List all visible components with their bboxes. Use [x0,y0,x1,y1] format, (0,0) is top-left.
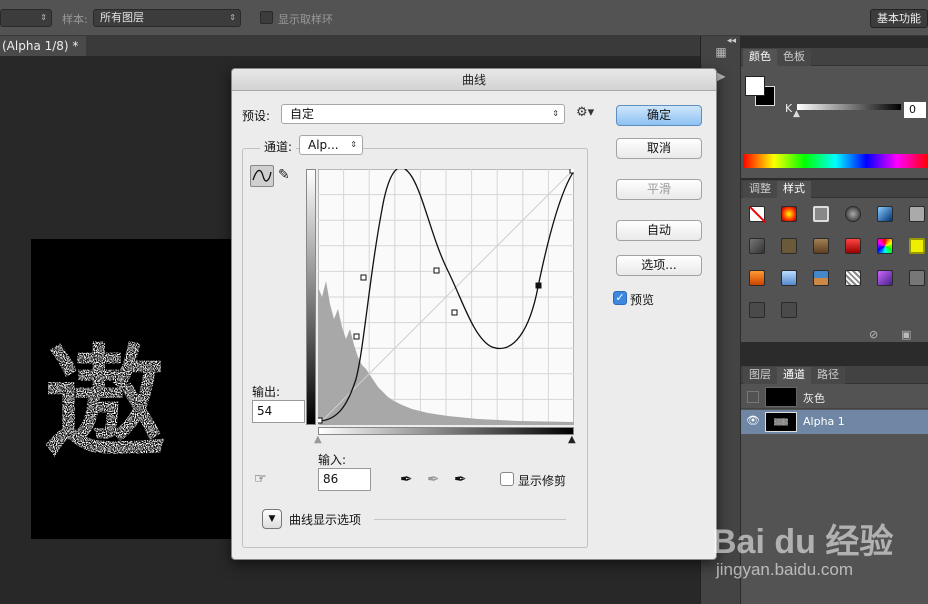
style-swatch[interactable] [909,270,925,286]
white-eyedropper-icon[interactable]: ✒ [454,470,467,488]
dialog-title: 曲线 [232,69,716,91]
channel-name: 灰色 [803,392,825,405]
ok-button[interactable]: 确定 [616,105,702,126]
output-gradient-bar [306,169,316,425]
style-swatch[interactable] [877,238,893,254]
tab-styles[interactable]: 样式 [777,181,811,198]
divider [374,519,566,520]
photoshop-window: ⇕ 样本: 所有图层 ⇕ 显示取样环 基本功能 (Alpha 1/8) * 遨 ◂… [0,0,928,604]
clear-style-icon[interactable]: ⊘ [869,328,878,341]
channel-select-value: Alp... [308,138,339,152]
style-swatch[interactable] [781,302,797,318]
curve-point-tool-icon[interactable] [250,165,274,187]
curve-display-options-label: 曲线显示选项 [289,513,362,527]
show-ring-checkbox[interactable] [260,11,273,24]
expand-options-chevron-down-icon[interactable]: ▼ [262,509,282,529]
style-swatch[interactable] [749,270,765,286]
targeted-adjustment-hand-icon[interactable]: ☞ [254,471,267,487]
canvas-glyph: 遨 [45,334,165,473]
preset-options-gear-icon[interactable]: ⚙▾ [576,105,594,120]
new-style-icon[interactable]: ▣ [901,328,911,341]
black-eyedropper-icon[interactable]: ✒ [400,470,413,488]
show-ring-label: 显示取样环 [278,13,333,26]
style-swatch[interactable] [749,302,765,318]
preset-label: 预设: [242,109,271,123]
sample-label: 样本: [62,13,88,26]
output-field[interactable]: 54 [252,400,305,423]
style-swatch[interactable] [877,270,893,286]
preset-select[interactable]: 自定 ⇕ [281,104,565,124]
canvas-artwork: 遨 [45,334,165,473]
color-spectrum-bar[interactable] [743,154,928,168]
style-swatch[interactable] [813,206,829,222]
input-gradient-bar [318,427,574,435]
preset-select-value: 自定 [290,107,315,121]
black-point-slider[interactable]: ▲ [314,434,322,445]
curve-graph[interactable] [318,169,574,425]
input-field[interactable]: 86 [318,468,371,491]
style-swatch[interactable] [909,238,925,254]
style-swatch[interactable] [813,270,829,286]
gray-eyedropper-icon[interactable]: ✒ [427,470,440,488]
input-label: 输入: [318,453,347,467]
tab-swatches[interactable]: 色板 [777,49,811,66]
eye-icon[interactable]: 👁 [746,414,760,427]
history-tool-icon[interactable]: ▦ [709,40,733,64]
preview-label: 预览 [630,293,655,307]
k-slider-handle[interactable]: ▲ [793,109,800,119]
style-swatch[interactable] [877,206,893,222]
tab-paths[interactable]: 路径 [811,367,845,384]
style-swatch[interactable] [781,238,797,254]
preview-checkbox[interactable]: ✓ [613,291,627,305]
sample-select[interactable]: 所有图层 ⇕ [93,9,241,27]
show-clipping-label: 显示修剪 [518,474,567,488]
curves-dialog: 曲线 预设: 自定 ⇕ ⚙▾ 通道: Alp... ⇕ ✎ ▲ ▲ 输出: 54… [231,68,717,560]
show-clipping-checkbox[interactable] [500,472,514,486]
channel-select[interactable]: Alp... ⇕ [299,135,363,155]
style-swatch[interactable] [845,206,861,222]
white-point-slider[interactable]: ▲ [568,434,576,445]
tab-layers[interactable]: 图层 [743,367,777,384]
auto-button[interactable]: 自动 [616,220,702,241]
k-slider-label: K [785,102,793,115]
color-panel: 颜色 色板 K ▲ 0 [741,48,928,178]
tab-color[interactable]: 颜色 [743,49,777,66]
style-none-swatch[interactable] [749,206,767,224]
tab-strip [86,36,700,56]
options-bar: ⇕ 样本: 所有图层 ⇕ 显示取样环 基本功能 [0,0,928,36]
channel-label: 通道: [260,138,297,155]
tab-adjustments[interactable]: 调整 [743,181,777,198]
tab-channels[interactable]: 通道 [777,367,811,384]
styles-panel: 调整 样式 ⊘ ▣ [741,180,928,342]
style-swatch[interactable] [813,238,829,254]
style-swatch[interactable] [781,206,797,222]
channel-name: Alpha 1 [803,415,845,428]
channel-row-selected[interactable]: 👁 ▒▒▒ Alpha 1 [741,410,928,434]
cancel-button[interactable]: 取消 [616,138,702,159]
style-swatch[interactable] [845,238,861,254]
smooth-button[interactable]: 平滑 [616,179,702,200]
channel-row[interactable]: 灰色 [741,385,928,409]
document-tab[interactable]: (Alpha 1/8) * [0,36,86,56]
channel-thumbnail [765,387,797,407]
style-swatch[interactable] [845,270,861,286]
visibility-toggle[interactable] [747,391,759,403]
options-button[interactable]: 选项... [616,255,702,276]
style-swatch[interactable] [909,206,925,222]
output-label: 输出: [252,385,281,399]
document-canvas[interactable]: 遨 [31,239,231,539]
k-slider-track[interactable] [797,104,901,110]
tool-mode-select[interactable]: ⇕ [0,9,52,27]
k-value-field[interactable]: 0 [904,102,926,118]
workspace-button[interactable]: 基本功能 [870,9,928,28]
foreground-color-swatch[interactable] [745,76,765,96]
sample-select-value: 所有图层 [100,11,144,24]
style-swatch[interactable] [781,270,797,286]
channels-panel: 图层 通道 路径 灰色 👁 ▒▒▒ Alpha 1 [741,366,928,604]
channel-thumbnail: ▒▒▒ [765,412,797,432]
style-swatch[interactable] [749,238,765,254]
pencil-tool-icon[interactable]: ✎ [278,167,290,183]
